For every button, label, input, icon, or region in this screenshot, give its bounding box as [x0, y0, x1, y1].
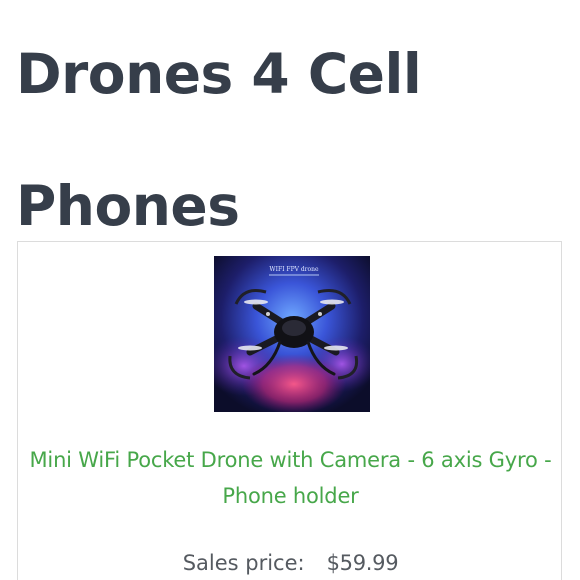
- sales-price-value: $59.99: [326, 551, 399, 575]
- product-title-link[interactable]: Mini WiFi Pocket Drone with Camera - 6 a…: [24, 442, 557, 514]
- box-caption: WIFI FPV drone: [269, 266, 319, 273]
- price-row: Sales price: $59.99: [18, 548, 563, 578]
- product-image[interactable]: WIFI FPV drone: [214, 256, 370, 412]
- page-title: Drones 4 Cell Phones: [16, 42, 422, 238]
- sales-price-label: Sales price:: [182, 551, 305, 575]
- product-card: WIFI FPV drone Mini WiFi Pocket Drone wi…: [17, 241, 562, 580]
